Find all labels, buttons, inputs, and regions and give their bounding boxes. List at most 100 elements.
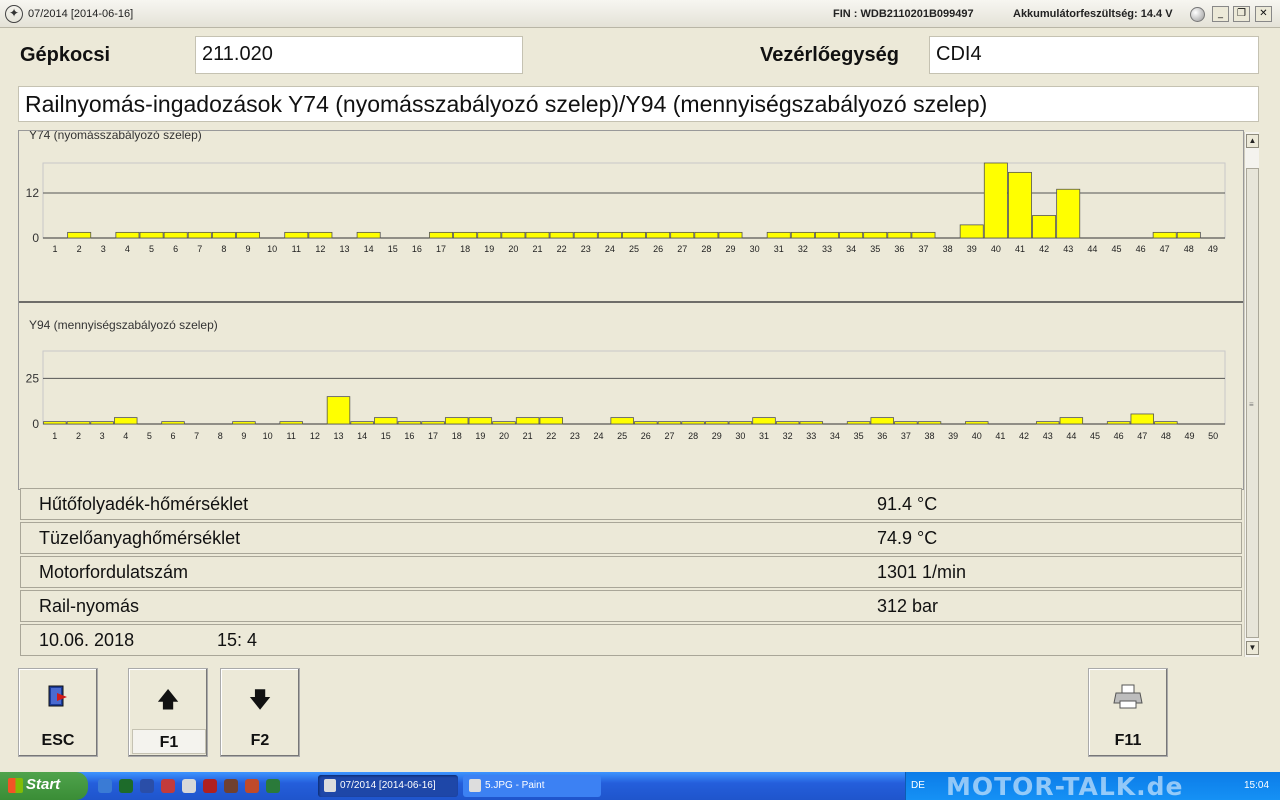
x-tick-label: 6	[173, 244, 178, 254]
x-tick-label: 13	[333, 431, 343, 441]
x-tick-label: 45	[1090, 431, 1100, 441]
x-tick-label: 6	[171, 431, 176, 441]
bar	[839, 231, 864, 239]
watermark: MOTOR-TALK.de	[946, 772, 1184, 800]
readout-row: Rail-nyomás 312 bar	[20, 590, 1242, 622]
bar	[515, 417, 540, 425]
scroll-up-button[interactable]: ▲	[1246, 134, 1259, 148]
x-tick-label: 40	[991, 244, 1001, 254]
bar	[728, 421, 753, 425]
x-tick-label: 41	[1015, 244, 1025, 254]
system-tray: DE MOTOR-TALK.de 15:04	[905, 772, 1280, 800]
x-tick-label: 34	[846, 244, 856, 254]
datetime-row: 10.06. 2018 15: 4	[20, 624, 1242, 656]
x-tick-label: 13	[340, 244, 350, 254]
x-tick-label: 49	[1185, 431, 1195, 441]
window-title: 07/2014 [2014-06-16]	[28, 8, 134, 20]
app-icon[interactable]	[203, 779, 217, 793]
app-icon[interactable]	[245, 779, 259, 793]
esc-label: ESC	[41, 732, 75, 749]
bar	[1130, 413, 1154, 425]
bar	[790, 231, 815, 239]
restore-button[interactable]: ❐	[1233, 6, 1250, 22]
x-tick-label: 46	[1136, 244, 1146, 254]
start-button[interactable]: Start	[0, 772, 88, 800]
x-tick-label: 28	[701, 244, 711, 254]
bar	[232, 421, 256, 425]
bar	[718, 231, 743, 239]
x-tick-label: 43	[1043, 431, 1053, 441]
vertical-scrollbar[interactable]: ▲ ≡ ▼	[1244, 132, 1259, 657]
bar	[236, 231, 261, 239]
x-tick-label: 10	[263, 431, 273, 441]
bar	[681, 421, 705, 425]
close-button[interactable]: ✕	[1255, 6, 1272, 22]
x-tick-label: 17	[428, 431, 438, 441]
scroll-down-button[interactable]: ▼	[1246, 641, 1259, 655]
taskbar-item[interactable]: 07/2014 [2014-06-16]	[318, 775, 458, 797]
x-tick-label: 21	[523, 431, 533, 441]
bar	[752, 417, 776, 425]
bar	[815, 231, 839, 239]
x-tick-label: 23	[581, 244, 591, 254]
excel-icon[interactable]	[119, 779, 133, 793]
clock-icon[interactable]	[182, 779, 196, 793]
readout-value: 1301 1/min	[877, 562, 967, 582]
bar	[911, 231, 936, 239]
bar	[350, 421, 374, 425]
x-tick-label: 19	[475, 431, 485, 441]
readout-name: Hűtőfolyadék-hőmérséklet	[39, 494, 249, 514]
minimize-button[interactable]: _	[1212, 6, 1229, 22]
bar	[161, 421, 185, 425]
f2-button[interactable]: 🡇 F2	[220, 668, 300, 757]
bar	[846, 421, 871, 425]
x-tick-label: 25	[617, 431, 627, 441]
bar	[444, 417, 469, 425]
x-tick-label: 31	[759, 431, 769, 441]
x-tick-label: 36	[877, 431, 887, 441]
x-tick-label: 14	[357, 431, 367, 441]
esc-button[interactable]: ESC	[18, 668, 98, 757]
x-tick-label: 17	[436, 244, 446, 254]
bar	[1007, 171, 1032, 239]
language-indicator[interactable]: DE	[911, 780, 925, 791]
bar	[115, 231, 140, 239]
x-tick-label: 48	[1161, 431, 1171, 441]
bar	[887, 231, 912, 239]
bar	[694, 231, 719, 239]
app-icon[interactable]	[266, 779, 280, 793]
f11-label: F11	[1114, 732, 1142, 749]
app-icon[interactable]	[224, 779, 238, 793]
x-tick-label: 1	[53, 244, 58, 254]
bar	[468, 417, 493, 425]
mercedes-star-icon: ✦	[5, 5, 23, 23]
word-icon[interactable]	[140, 779, 154, 793]
bar	[1059, 417, 1084, 425]
x-tick-label: 1	[52, 431, 57, 441]
f11-button[interactable]: F11	[1088, 668, 1168, 757]
bar	[114, 417, 138, 425]
taskbar-item[interactable]: 5.JPG - Paint	[463, 775, 601, 797]
chart-title: Y94 (mennyiségszabályozó szelep)	[29, 318, 218, 332]
bar	[965, 421, 989, 425]
bar	[622, 231, 646, 239]
bar	[1032, 215, 1057, 239]
readout-value: 312 bar	[877, 596, 939, 616]
taskbar: Start 07/2014 [2014-06-16] 5.JPG - Paint…	[0, 772, 1280, 800]
app-icon[interactable]	[161, 779, 175, 793]
x-tick-label: 43	[1063, 244, 1073, 254]
f1-button[interactable]: 🡅 F1	[128, 668, 208, 757]
x-tick-label: 32	[798, 244, 808, 254]
x-tick-label: 24	[605, 244, 615, 254]
x-tick-label: 26	[653, 244, 663, 254]
bar	[870, 417, 894, 425]
x-tick-label: 36	[894, 244, 904, 254]
bar	[1176, 231, 1201, 239]
vehicle-label: Gépkocsi	[20, 44, 111, 66]
x-tick-label: 35	[854, 431, 864, 441]
x-tick-label: 27	[677, 244, 687, 254]
bar	[501, 231, 526, 239]
y-tick-label: 12	[26, 186, 40, 200]
ie-icon[interactable]	[98, 779, 112, 793]
x-tick-label: 2	[77, 244, 82, 254]
